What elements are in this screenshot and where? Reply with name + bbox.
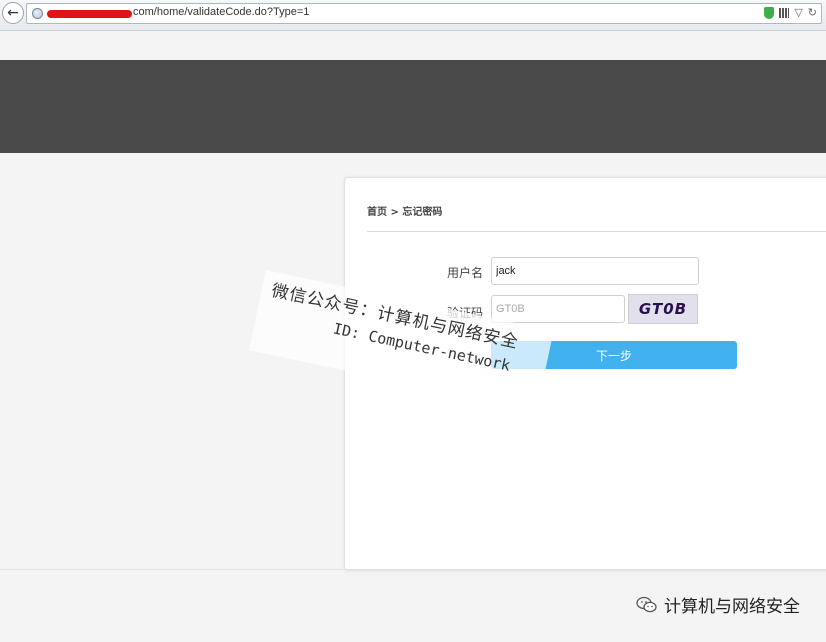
page-header [0,60,826,153]
captcha-input[interactable] [491,295,625,323]
redacted-domain [47,10,132,18]
dropdown-arrow-icon[interactable]: ▽ [794,6,802,19]
back-arrow-icon[interactable]: ← [2,2,24,24]
qr-code-icon[interactable] [779,7,790,18]
reload-icon[interactable]: ↻ [808,6,817,19]
footer-brand-text: 计算机与网络安全 [664,597,800,617]
breadcrumb: 首页 > 忘记密码 [367,207,443,218]
url-text: com/home/validateCode.do?Type=1 [133,6,310,18]
captcha-image[interactable]: GT0B [628,294,698,324]
footer-divider [0,569,826,570]
globe-icon [32,8,43,19]
address-bar[interactable]: com/home/validateCode.do?Type=1 ▽ ↻ [26,3,822,24]
browser-toolbar: ← com/home/validateCode.do?Type=1 ▽ ↻ [0,0,826,31]
wechat-icon [636,596,658,614]
username-input[interactable] [491,257,699,285]
footer-brand: 计算机与网络安全 [636,592,800,617]
shield-icon[interactable] [764,6,775,19]
divider [367,231,826,232]
username-label: 用户名 [446,266,483,280]
